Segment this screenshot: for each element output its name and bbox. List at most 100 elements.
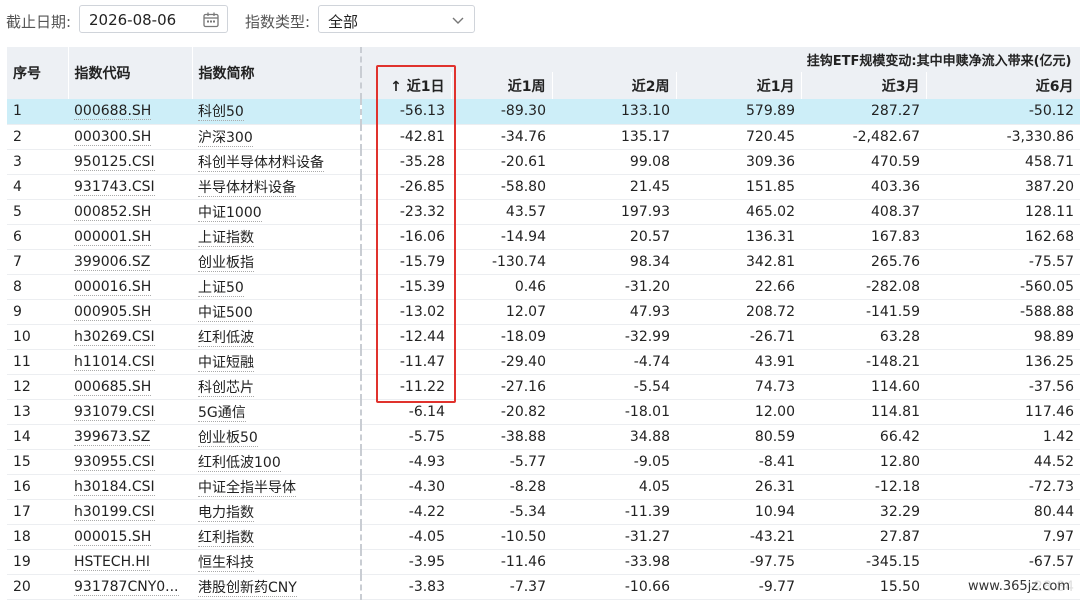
index-name-link[interactable]: 5G通信	[198, 404, 246, 422]
table-row[interactable]: 2 000300.SH 沪深300 -42.81 -34.76 135.17 720.45-…	[7, 124, 1080, 150]
index-name-link[interactable]: 港股创新药CNY	[198, 579, 297, 597]
index-code-link[interactable]: 000688.SH	[74, 103, 152, 121]
index-name-link[interactable]: 沪深300	[198, 129, 253, 147]
index-name-link[interactable]: 中证全指半导体	[198, 479, 296, 497]
table-row[interactable]: 14 399673.SZ 创业板50 -5.75 -38.88 34.88 80.59 66.…	[7, 424, 1080, 450]
index-name-link[interactable]: 科创半导体材料设备	[198, 154, 324, 172]
cell-1d: -4.30	[361, 474, 451, 500]
index-code-link[interactable]: h30199.CSI	[74, 503, 155, 521]
table-row[interactable]: 6 000001.SH 上证指数 -16.06 -14.94 20.57 136.31 167…	[7, 224, 1080, 250]
calendar-icon[interactable]	[202, 11, 220, 29]
table-row[interactable]: 17 h30199.CSI 电力指数 -4.22 -5.34 -11.39 10.94 32.…	[7, 499, 1080, 525]
index-code-link[interactable]: 000016.SH	[74, 278, 152, 296]
cell-2w: -31.20	[552, 274, 676, 300]
index-code-link[interactable]: 931787CNY0...	[74, 578, 179, 596]
cell-6m: 162.68	[926, 224, 1080, 250]
cell-1w: -7.37	[451, 574, 552, 600]
table-row[interactable]: 9 000905.SH 中证500 -13.02 12.07 47.93 208.72 -14…	[7, 299, 1080, 325]
index-name-link[interactable]: 上证指数	[198, 229, 254, 247]
table-row[interactable]: 11 h11014.CSI 中证短融 -11.47 -29.40 -4.74 43.91 -1…	[7, 349, 1080, 375]
index-name-link[interactable]: 恒生科技	[198, 554, 254, 572]
cell-3m: -148.21	[801, 349, 926, 375]
cell-seq: 5	[7, 199, 68, 225]
cell-1w: -27.16	[451, 374, 552, 400]
index-code-link[interactable]: 000685.SH	[74, 378, 152, 396]
index-code-link[interactable]: h11014.CSI	[74, 353, 155, 371]
index-code-link[interactable]: 000001.SH	[74, 228, 152, 246]
index-code-link[interactable]: 950125.CSI	[74, 153, 155, 171]
index-name-link[interactable]: 创业板指	[198, 254, 254, 272]
index-name-link[interactable]: 科创芯片	[198, 379, 254, 397]
index-code-link[interactable]: HSTECH.HI	[74, 553, 150, 571]
cell-2w: -5.54	[552, 374, 676, 400]
column-header-code[interactable]: 指数代码	[68, 47, 193, 99]
table-row[interactable]: 15 930955.CSI 红利低波100 -4.93 -5.77 -9.05 -8.41 1…	[7, 449, 1080, 475]
index-code-link[interactable]: 000015.SH	[74, 528, 152, 546]
column-header-1w[interactable]: 近1周	[451, 72, 553, 99]
index-name-link[interactable]: 红利低波	[198, 329, 254, 347]
table-row[interactable]: 20 931787CNY0... 港股创新药CNY -3.83 -7.37 -10.66-…	[7, 574, 1080, 600]
index-name-link[interactable]: 创业板50	[198, 429, 258, 447]
table-row[interactable]: 7 399006.SZ 创业板指 -15.79 -130.74 98.34 342.81 26…	[7, 249, 1080, 275]
index-code-link[interactable]: 000300.SH	[74, 128, 152, 146]
index-code-link[interactable]: 000905.SH	[74, 303, 152, 321]
index-code-link[interactable]: h30269.CSI	[74, 328, 155, 346]
cell-1w: -34.76	[451, 124, 552, 150]
cell-1m: 151.85	[676, 174, 801, 200]
index-name-link[interactable]: 红利指数	[198, 529, 254, 547]
column-header-name[interactable]: 指数简称	[192, 47, 362, 99]
index-code-link[interactable]: 000852.SH	[74, 203, 152, 221]
index-code-link[interactable]: 399673.SZ	[74, 428, 151, 446]
cell-2w: 133.10	[552, 99, 676, 125]
table-row[interactable]: 4 931743.CSI 半导体材料设备 -26.85 -58.80 21.45 151.8…	[7, 174, 1080, 200]
table-row[interactable]: 13 931079.CSI 5G通信 -6.14 -20.82 -18.01 12.00 11…	[7, 399, 1080, 425]
table-row[interactable]: 18 000015.SH 红利指数 -4.05 -10.50 -31.27 -43.21 27…	[7, 524, 1080, 550]
cell-1m: 22.66	[676, 274, 801, 300]
index-name-link[interactable]: 中证短融	[198, 354, 254, 372]
cell-code: h30184.CSI	[68, 474, 192, 500]
cell-code: 399006.SZ	[68, 249, 192, 275]
chevron-down-icon	[452, 17, 464, 24]
table-row[interactable]: 3 950125.CSI 科创半导体材料设备 -35.28 -20.61 99.08 309…	[7, 149, 1080, 175]
index-name-link[interactable]: 上证50	[198, 279, 244, 297]
cell-3m: 403.36	[801, 174, 926, 200]
cell-1m: 720.45	[676, 124, 801, 150]
column-header-3m[interactable]: 近3月	[801, 72, 927, 99]
column-header-seq[interactable]: 序号	[7, 47, 69, 99]
cell-name: 电力指数	[192, 499, 362, 525]
cell-name: 科创芯片	[192, 374, 362, 400]
cell-name: 红利低波	[192, 324, 362, 350]
date-picker[interactable]: 2026-08-06	[79, 5, 228, 33]
index-name-link[interactable]: 红利低波100	[198, 454, 281, 472]
table-row[interactable]: 5 000852.SH 中证1000 -23.32 43.57 197.93 465.02 4…	[7, 199, 1080, 225]
index-code-link[interactable]: 931743.CSI	[74, 178, 155, 196]
cell-3m: -345.15	[801, 549, 926, 575]
table-row[interactable]: 19 HSTECH.HI 恒生科技 -3.95 -11.46 -33.98 -97.75 -3…	[7, 549, 1080, 575]
cell-1m: 208.72	[676, 299, 801, 325]
index-name-link[interactable]: 中证500	[198, 304, 253, 322]
index-name-link[interactable]: 半导体材料设备	[198, 179, 296, 197]
index-code-link[interactable]: 399006.SZ	[74, 253, 151, 271]
cell-2w: 4.05	[552, 474, 676, 500]
table-row[interactable]: 1 000688.SH 科创50 -56.13 -89.30 133.10 579.89 28…	[7, 99, 1080, 125]
cell-3m: 287.27	[801, 99, 926, 125]
index-code-link[interactable]: h30184.CSI	[74, 478, 155, 496]
column-header-6m[interactable]: 近6月	[926, 72, 1080, 99]
index-name-link[interactable]: 科创50	[198, 104, 244, 122]
cell-name: 科创50	[192, 99, 362, 125]
column-header-1m[interactable]: 近1月	[676, 72, 802, 99]
cell-6m: 80.44	[926, 499, 1080, 525]
index-name-link[interactable]: 电力指数	[198, 504, 254, 522]
table-row[interactable]: 12 000685.SH 科创芯片 -11.22 -27.16 -5.54 74.73 114…	[7, 374, 1080, 400]
watermark: www.365jz.com	[964, 578, 1074, 595]
index-code-link[interactable]: 931079.CSI	[74, 403, 155, 421]
index-name-link[interactable]: 中证1000	[198, 204, 262, 222]
column-header-1d[interactable]: ↑ 近1日	[361, 72, 452, 99]
cell-6m: 136.25	[926, 349, 1080, 375]
table-row[interactable]: 16 h30184.CSI 中证全指半导体 -4.30 -8.28 4.05 26.31 -1…	[7, 474, 1080, 500]
index-code-link[interactable]: 930955.CSI	[74, 453, 155, 471]
table-row[interactable]: 8 000016.SH 上证50 -15.39 0.46 -31.20 22.66 -282.…	[7, 274, 1080, 300]
index-type-select[interactable]: 全部	[318, 5, 475, 33]
column-header-2w[interactable]: 近2周	[552, 72, 677, 99]
table-row[interactable]: 10 h30269.CSI 红利低波 -12.44 -18.09 -32.99 -26.71…	[7, 324, 1080, 350]
